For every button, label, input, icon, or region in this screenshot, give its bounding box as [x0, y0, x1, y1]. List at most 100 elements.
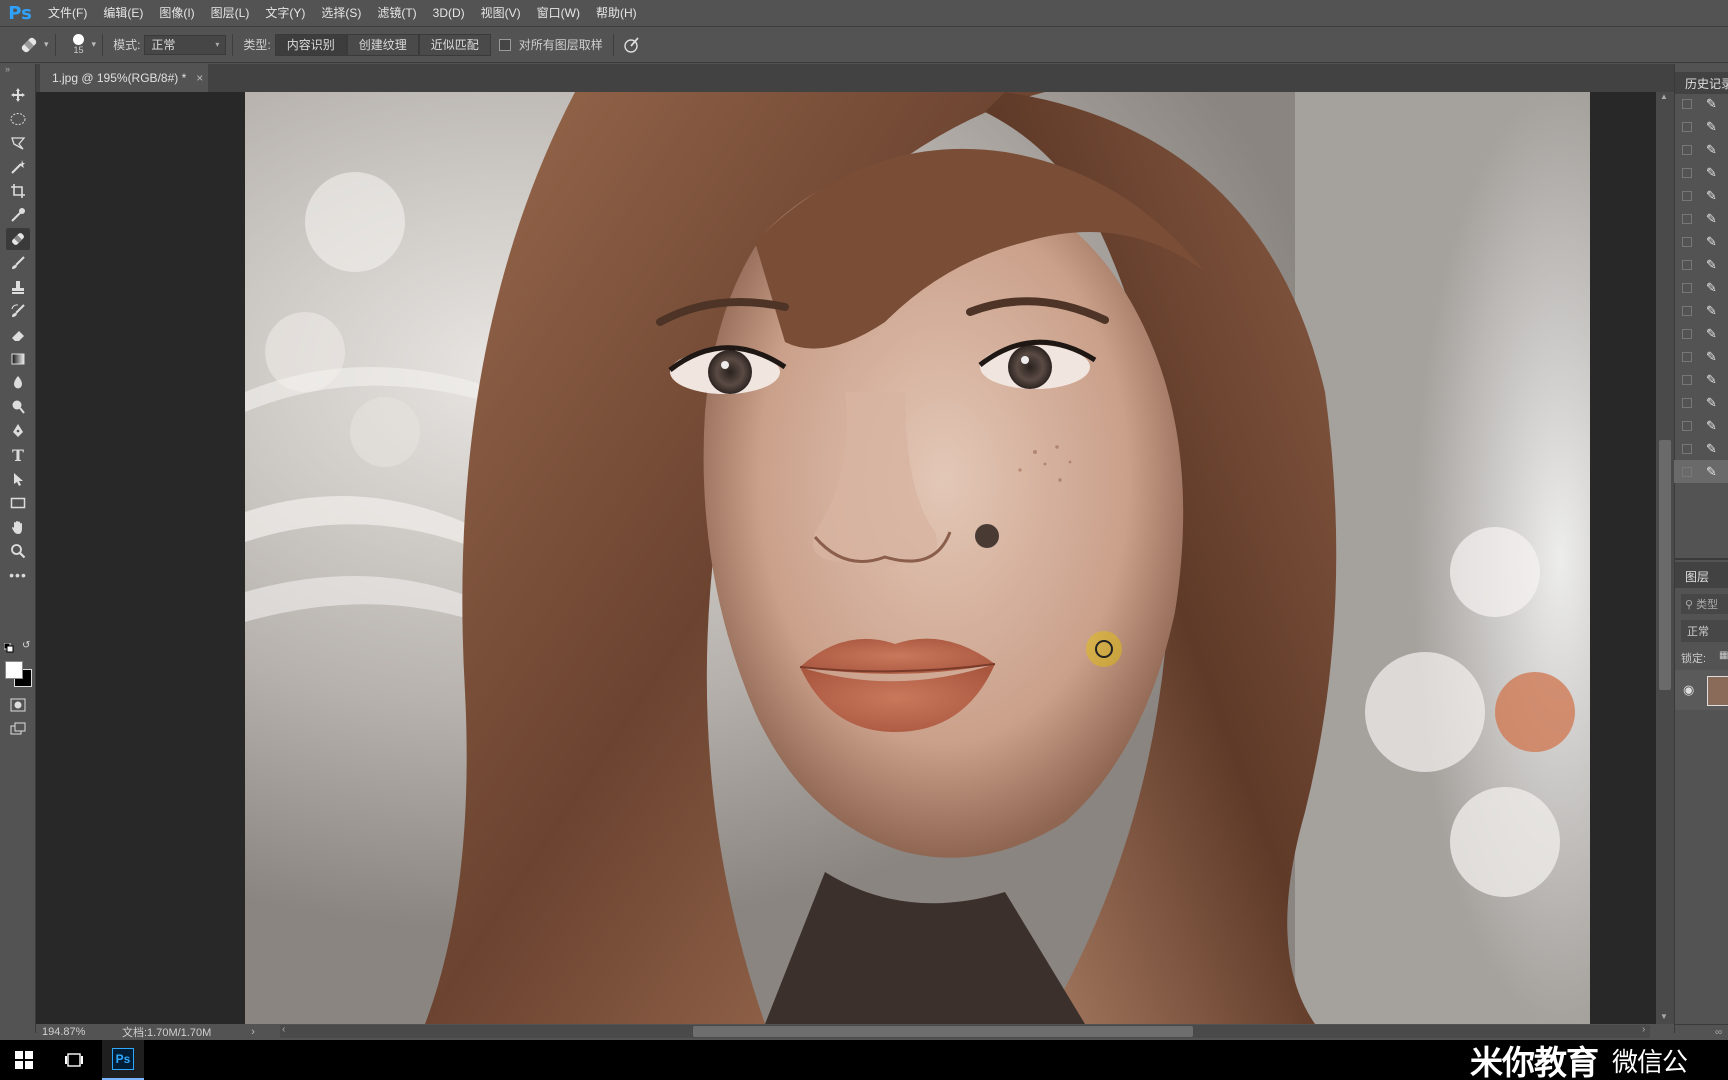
task-view-icon[interactable]: [54, 1040, 94, 1080]
type-create-texture-button[interactable]: 创建纹理: [346, 33, 419, 56]
magic-wand-tool-icon[interactable]: [6, 156, 30, 178]
history-checkbox[interactable]: [1682, 420, 1692, 431]
history-row[interactable]: ✎: [1674, 115, 1728, 138]
menu-image[interactable]: 图像(I): [151, 0, 202, 27]
history-checkbox[interactable]: [1682, 167, 1692, 178]
history-brush-tool-icon[interactable]: [6, 300, 30, 322]
path-selection-tool-icon[interactable]: [6, 468, 30, 490]
status-menu-arrow-icon[interactable]: ›: [251, 1026, 255, 1038]
history-checkbox[interactable]: [1682, 144, 1692, 155]
chevron-down-icon[interactable]: ▾: [44, 39, 49, 50]
type-proximity-match-button[interactable]: 近似匹配: [418, 33, 491, 56]
history-checkbox[interactable]: [1682, 236, 1692, 247]
clone-stamp-tool-icon[interactable]: [6, 276, 30, 298]
dodge-tool-icon[interactable]: [6, 396, 30, 418]
history-checkbox[interactable]: [1682, 351, 1692, 362]
crop-tool-icon[interactable]: [6, 180, 30, 202]
history-row[interactable]: ✎: [1674, 276, 1728, 299]
more-tools-icon[interactable]: •••: [6, 564, 30, 586]
zoom-tool-icon[interactable]: [6, 540, 30, 562]
history-checkbox[interactable]: [1682, 98, 1692, 109]
layers-filter-input[interactable]: ⚲ 类型: [1681, 594, 1728, 614]
foreground-color-swatch[interactable]: [5, 661, 23, 679]
history-row[interactable]: ✎: [1674, 299, 1728, 322]
healing-brush-tool-icon[interactable]: [6, 228, 30, 250]
windows-start-icon[interactable]: [6, 1040, 42, 1080]
mode-select[interactable]: 正常 ▾: [144, 34, 227, 55]
history-checkbox[interactable]: [1682, 374, 1692, 385]
hand-tool-icon[interactable]: [6, 516, 30, 538]
history-checkbox[interactable]: [1682, 259, 1692, 270]
history-row[interactable]: ✎: [1674, 161, 1728, 184]
history-checkbox[interactable]: [1682, 282, 1692, 293]
menu-3d[interactable]: 3D(D): [425, 0, 473, 27]
history-row[interactable]: ✎: [1674, 253, 1728, 276]
history-row[interactable]: ✎: [1674, 322, 1728, 345]
pen-tool-icon[interactable]: [6, 420, 30, 442]
lock-transparent-icon[interactable]: ▦: [1719, 650, 1728, 661]
blur-tool-icon[interactable]: [6, 372, 30, 394]
history-row[interactable]: ✎: [1674, 391, 1728, 414]
pressure-brush-icon[interactable]: [622, 36, 640, 54]
layers-panel-tab[interactable]: 图层: [1685, 568, 1709, 585]
scroll-down-icon[interactable]: ▼: [1660, 1012, 1668, 1021]
document-tab[interactable]: 1.jpg @ 195%(RGB/8#) * ×: [40, 64, 208, 92]
history-scrollbar[interactable]: [1658, 96, 1674, 496]
spot-healing-brush-icon[interactable]: [18, 36, 40, 54]
history-row[interactable]: ✎: [1674, 207, 1728, 230]
history-checkbox[interactable]: [1682, 397, 1692, 408]
eraser-tool-icon[interactable]: [6, 324, 30, 346]
history-checkbox[interactable]: [1682, 466, 1692, 477]
type-content-aware-button[interactable]: 内容识别: [274, 33, 347, 56]
menu-edit[interactable]: 编辑(E): [95, 0, 151, 27]
brush-size-picker[interactable]: 15: [68, 34, 90, 55]
eyedropper-tool-icon[interactable]: [6, 204, 30, 226]
menu-file[interactable]: 文件(F): [40, 0, 95, 27]
history-row[interactable]: ✎: [1674, 230, 1728, 253]
history-row[interactable]: ✎: [1674, 437, 1728, 460]
menu-filter[interactable]: 滤镜(T): [369, 0, 424, 27]
zoom-level[interactable]: 194.87%: [42, 1026, 122, 1038]
layer-blend-mode-select[interactable]: 正常: [1681, 620, 1728, 642]
history-row[interactable]: ✎: [1674, 92, 1728, 115]
taskbar-photoshop-app[interactable]: Ps: [102, 1040, 144, 1080]
history-checkbox[interactable]: [1682, 443, 1692, 454]
history-row[interactable]: ✎: [1674, 184, 1728, 207]
history-row-current[interactable]: ✎: [1674, 460, 1728, 483]
history-checkbox[interactable]: [1682, 190, 1692, 201]
history-row[interactable]: ✎: [1674, 368, 1728, 391]
history-checkbox[interactable]: [1682, 213, 1692, 224]
gradient-tool-icon[interactable]: [6, 348, 30, 370]
history-row[interactable]: ✎: [1674, 414, 1728, 437]
layer-options-icon[interactable]: ∞: [1715, 1027, 1722, 1038]
close-tab-icon[interactable]: ×: [196, 71, 203, 85]
swap-colors-icon[interactable]: ↺: [22, 640, 30, 651]
history-checkbox[interactable]: [1682, 305, 1692, 316]
screen-mode-icon[interactable]: [6, 718, 30, 740]
move-tool-icon[interactable]: [6, 84, 30, 106]
menu-help[interactable]: 帮助(H): [588, 0, 645, 27]
lasso-tool-icon[interactable]: [6, 132, 30, 154]
quick-mask-icon[interactable]: [6, 694, 30, 716]
menu-window[interactable]: 窗口(W): [529, 0, 588, 27]
scroll-left-icon[interactable]: ‹: [282, 1024, 285, 1035]
history-row[interactable]: ✎: [1674, 138, 1728, 161]
history-panel-tab[interactable]: 历史记录: [1685, 75, 1728, 92]
menu-view[interactable]: 视图(V): [473, 0, 529, 27]
default-colors-icon[interactable]: [3, 642, 14, 656]
menu-select[interactable]: 选择(S): [313, 0, 369, 27]
menu-type[interactable]: 文字(Y): [257, 0, 313, 27]
marquee-tool-icon[interactable]: [6, 108, 30, 130]
type-tool-icon[interactable]: T: [6, 444, 30, 466]
photoshop-logo[interactable]: Ps: [0, 0, 40, 27]
history-row[interactable]: ✎: [1674, 345, 1728, 368]
document-canvas[interactable]: [245, 92, 1590, 1024]
brush-tool-icon[interactable]: [6, 252, 30, 274]
menu-layer[interactable]: 图层(L): [203, 0, 258, 27]
rectangle-tool-icon[interactable]: [6, 492, 30, 514]
chevron-down-icon[interactable]: ▾: [92, 39, 97, 50]
horizontal-scroll-thumb[interactable]: [693, 1026, 1193, 1037]
history-checkbox[interactable]: [1682, 121, 1692, 132]
sample-all-layers-checkbox[interactable]: [498, 38, 511, 51]
scroll-right-icon[interactable]: ›: [1642, 1024, 1645, 1035]
